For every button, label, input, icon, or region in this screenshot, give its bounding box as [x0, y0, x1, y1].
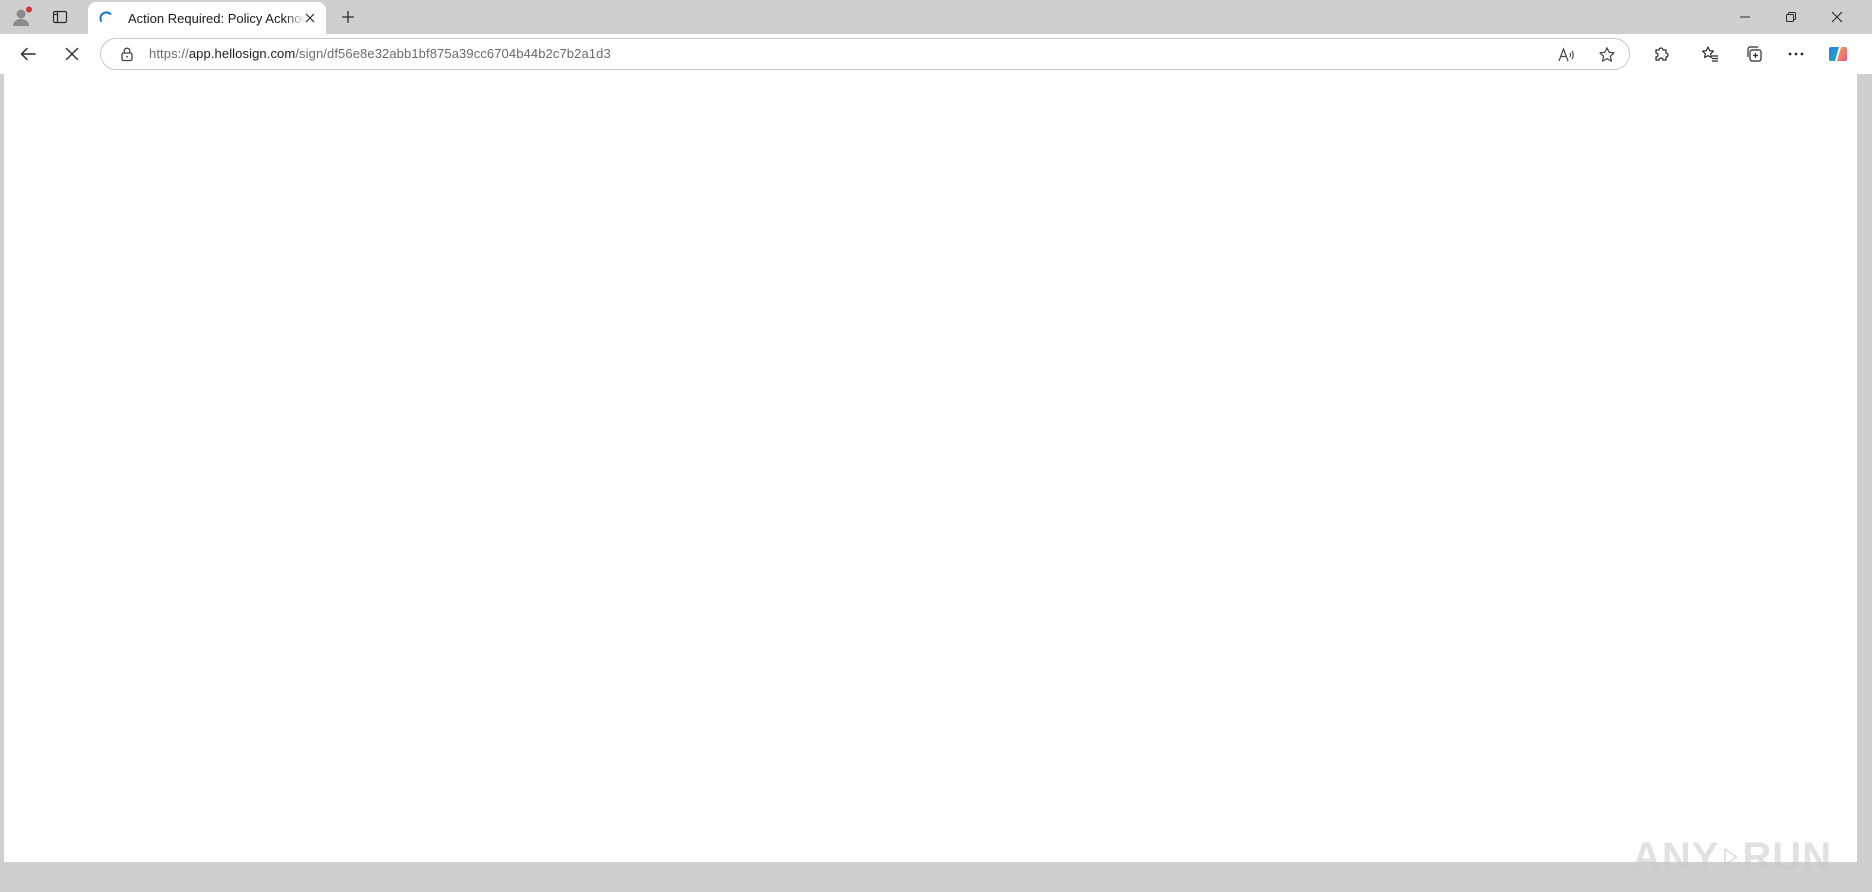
profile-button[interactable]: [4, 4, 40, 30]
collections-icon: [1747, 46, 1762, 62]
play-logo-icon: [1724, 848, 1738, 866]
tab-title: Action Required: Policy Acknowledgement: [128, 10, 306, 26]
copilot-button[interactable]: [1822, 39, 1854, 69]
url-text[interactable]: https://app.hellosign.com/sign/df56e8e32…: [149, 46, 611, 61]
ellipsis-icon: [1788, 52, 1804, 56]
window-close-button[interactable]: [1814, 0, 1860, 34]
loading-spinner-icon: [99, 11, 112, 22]
web-page-viewport[interactable]: ANY RUN: [4, 74, 1857, 879]
url-scheme: https://: [149, 46, 189, 61]
add-favorite-button[interactable]: [1597, 45, 1617, 65]
stop-loading-button[interactable]: [56, 39, 88, 69]
address-bar[interactable]: https://app.hellosign.com/sign/df56e8e32…: [100, 38, 1630, 70]
tab-actions-icon: [52, 10, 68, 24]
tab-actions-button[interactable]: [42, 4, 78, 30]
watermark-right-text: RUN: [1742, 834, 1832, 879]
close-icon: [1831, 11, 1843, 23]
navigation-toolbar: https://app.hellosign.com/sign/df56e8e32…: [0, 34, 1872, 74]
new-tab-button[interactable]: [330, 4, 366, 30]
extensions-button[interactable]: [1646, 39, 1678, 69]
read-aloud-button[interactable]: [1557, 45, 1577, 65]
url-path: /sign/df56e8e32abb1bf875a39cc6704b44b2c7…: [295, 46, 611, 61]
read-aloud-icon: [1558, 47, 1574, 62]
minimize-icon: [1740, 16, 1750, 18]
puzzle-icon: [1655, 47, 1669, 61]
tab-strip: Action Required: Policy Acknowledgement: [0, 0, 1872, 34]
settings-more-button[interactable]: [1780, 39, 1812, 69]
url-host: app.hellosign.com: [188, 46, 296, 61]
window-edge: [1860, 74, 1872, 866]
restore-icon: [1786, 12, 1796, 22]
anyrun-watermark: ANY RUN: [1632, 822, 1832, 892]
active-tab[interactable]: Action Required: Policy Acknowledgement: [88, 2, 326, 34]
plus-icon: [342, 11, 354, 23]
collections-button[interactable]: [1738, 39, 1770, 69]
watermark-left-text: ANY: [1632, 834, 1720, 879]
lock-icon[interactable]: [119, 46, 135, 62]
stop-loading-icon: [65, 47, 79, 61]
star-icon: [1599, 47, 1615, 62]
tab-close-button[interactable]: [302, 10, 318, 26]
close-icon: [305, 13, 315, 23]
favorites-button[interactable]: [1694, 39, 1726, 69]
minimize-button[interactable]: [1722, 0, 1768, 34]
favorites-icon: [1701, 46, 1718, 62]
back-button[interactable]: [12, 39, 44, 69]
profile-icon: [13, 6, 32, 26]
back-arrow-icon: [20, 47, 36, 61]
copilot-icon: [1829, 47, 1847, 61]
restore-button[interactable]: [1768, 0, 1814, 34]
